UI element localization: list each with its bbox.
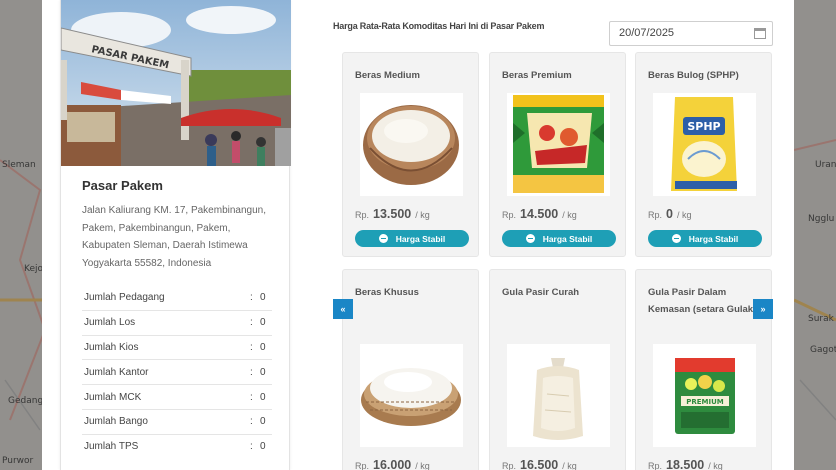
price-value: 14.500 <box>520 207 559 221</box>
price-value: 16.500 <box>520 458 559 470</box>
status-label: Harga Stabil <box>542 233 593 244</box>
price-value: 16.000 <box>373 458 412 470</box>
stat-row: Jumlah MCK:0 <box>82 384 272 409</box>
currency-label: Rp. <box>502 461 517 470</box>
price-line: Rp. 13.500/ kg <box>355 207 430 221</box>
status-label: Harga Stabil <box>688 233 739 244</box>
price-line: Rp. 14.500/ kg <box>502 207 577 221</box>
stat-separator: : <box>250 317 253 329</box>
currency-label: Rp. <box>502 210 517 220</box>
stat-row: Jumlah Kantor:0 <box>82 359 272 384</box>
stat-label: Jumlah MCK <box>84 391 142 403</box>
status-label: Harga Stabil <box>395 233 446 244</box>
market-name: Pasar Pakem <box>82 178 163 193</box>
unit-label: / kg <box>676 210 692 220</box>
bag-label: PREMIUM <box>686 398 724 406</box>
stat-row: Jumlah Pedagang:0 <box>82 285 272 310</box>
stat-label: Jumlah Kios <box>84 341 139 353</box>
stat-value: 0 <box>260 366 266 378</box>
calendar-icon[interactable] <box>754 28 766 39</box>
date-value: 20/07/2025 <box>619 27 675 39</box>
stat-separator: : <box>250 366 253 378</box>
stat-label: Jumlah TPS <box>84 441 139 453</box>
commodity-name: Beras Premium <box>502 70 572 81</box>
commodity-name: Gula Pasir Dalam Kemasan (setara Gulaku) <box>648 287 763 315</box>
price-headline: Harga Rata-Rata Komoditas Hari Ini di Pa… <box>333 21 545 31</box>
price-line: Rp. 16.500/ kg <box>502 458 577 470</box>
bag-label: SPHP <box>687 120 720 133</box>
currency-label: Rp. <box>648 461 663 470</box>
minus-circle-icon <box>378 234 388 243</box>
stat-separator: : <box>250 416 253 428</box>
stat-value: 0 <box>260 317 266 329</box>
stat-row: Jumlah TPS:0 <box>82 433 272 459</box>
minus-circle-icon <box>671 234 681 243</box>
stat-label: Jumlah Kantor <box>84 366 149 378</box>
commodity-card[interactable]: Beras Bulog (SPHP) SPHP Rp. 0/ kg Harga S… <box>635 52 772 257</box>
commodity-name: Beras Khusus <box>355 287 419 298</box>
commodity-name: Gula Pasir Curah <box>502 287 580 298</box>
stat-value: 0 <box>260 441 266 453</box>
price-value: 18.500 <box>666 458 705 470</box>
commodity-card[interactable]: Gula Pasir Curah Rp. 16.500/ kg <box>489 269 626 470</box>
commodity-card[interactable]: Beras Premium Rp. 14.500/ kg Harga Stabil <box>489 52 626 257</box>
date-picker-input[interactable]: 20/07/2025 <box>609 21 773 46</box>
stat-label: Jumlah Los <box>84 317 136 329</box>
price-panel: Harga Rata-Rata Komoditas Hari Ini di Pa… <box>312 0 794 470</box>
commodity-card[interactable]: Gula Pasir Dalam Kemasan (setara Gulaku)… <box>635 269 772 470</box>
price-line: Rp. 18.500/ kg <box>648 458 723 470</box>
rice-bowl-image <box>360 93 463 196</box>
rice-bag-green-image <box>507 93 610 196</box>
stat-separator: : <box>250 341 253 353</box>
next-page-button[interactable]: » <box>753 299 773 319</box>
status-badge: Harga Stabil <box>648 230 762 247</box>
commodity-name: Beras Medium <box>355 70 420 81</box>
minus-circle-icon <box>525 234 535 243</box>
stat-row: Jumlah Bango:0 <box>82 408 272 434</box>
commodity-card[interactable]: Beras Medium Rp. 13.500/ kg Harga Stabil <box>342 52 479 257</box>
sugar-bag-image <box>507 344 610 447</box>
sugar-pack-green-image: PREMIUM <box>653 344 756 447</box>
status-badge: Harga Stabil <box>355 230 469 247</box>
price-line: Rp. 0/ kg <box>648 207 691 221</box>
stat-separator: : <box>250 441 253 453</box>
stat-label: Jumlah Bango <box>84 416 148 428</box>
commodity-card[interactable]: Beras Khusus Rp. 16.000/ kg <box>342 269 479 470</box>
stat-separator: : <box>250 291 253 303</box>
price-value: 13.500 <box>373 207 412 221</box>
unit-label: / kg <box>415 461 430 470</box>
currency-label: Rp. <box>355 210 370 220</box>
market-photo: PASAR PAKEM <box>61 0 291 166</box>
market-address: Jalan Kaliurang KM. 17, Pakembinangun, P… <box>82 205 267 269</box>
market-stats-table: Jumlah Pedagang:0 Jumlah Los:0 Jumlah Ki… <box>82 285 272 459</box>
price-value: 0 <box>666 207 673 221</box>
unit-label: / kg <box>708 461 723 470</box>
price-line: Rp. 16.000/ kg <box>355 458 430 470</box>
stat-row: Jumlah Los:0 <box>82 309 272 335</box>
market-info-card: PASAR PAKEM Pasar Pakem Jalan Kaliurang … <box>60 0 291 470</box>
rice-bag-sphp-image: SPHP <box>653 93 756 196</box>
stat-label: Jumlah Pedagang <box>84 291 165 303</box>
stat-row: Jumlah Kios:0 <box>82 334 272 360</box>
stat-value: 0 <box>260 391 266 403</box>
unit-label: / kg <box>562 210 577 220</box>
currency-label: Rp. <box>648 210 663 220</box>
stat-separator: : <box>250 391 253 403</box>
unit-label: / kg <box>562 461 577 470</box>
commodity-name: Beras Bulog (SPHP) <box>648 70 739 81</box>
stat-value: 0 <box>260 341 266 353</box>
currency-label: Rp. <box>355 461 370 470</box>
stat-value: 0 <box>260 291 266 303</box>
status-badge: Harga Stabil <box>502 230 616 247</box>
stat-value: 0 <box>260 416 266 428</box>
rice-basket-image <box>360 344 463 447</box>
unit-label: / kg <box>415 210 430 220</box>
prev-page-button[interactable]: « <box>333 299 353 319</box>
market-modal: PASAR PAKEM Pasar Pakem Jalan Kaliurang … <box>42 0 794 470</box>
